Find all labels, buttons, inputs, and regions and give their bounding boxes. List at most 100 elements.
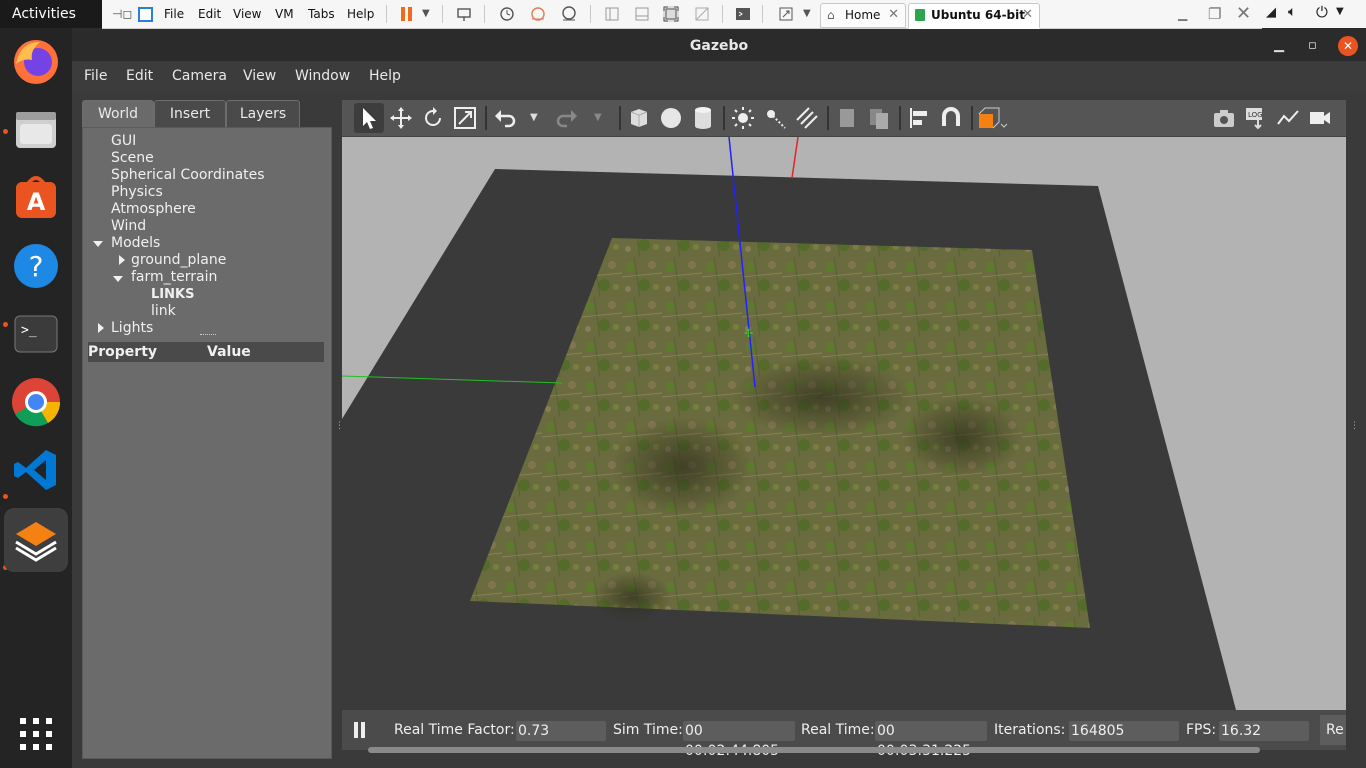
expand-ground-plane-icon[interactable]: [119, 255, 125, 265]
tree-item-link[interactable]: link: [151, 303, 176, 320]
vm-minimize-icon[interactable]: ▁: [1178, 0, 1187, 28]
box-shape-icon[interactable]: [627, 106, 651, 130]
tree-item-gui[interactable]: GUI: [111, 133, 136, 150]
stretch-dropdown-icon[interactable]: ▼: [803, 0, 811, 28]
vscode-icon[interactable]: [10, 444, 62, 496]
spot-light-icon[interactable]: [763, 106, 787, 130]
expand-farm-terrain-icon[interactable]: [113, 276, 123, 282]
undo-icon[interactable]: [493, 106, 517, 130]
vm-menu-vm[interactable]: VM: [275, 0, 294, 28]
tree-item-wind[interactable]: Wind: [111, 218, 146, 235]
horizontal-scrollbar[interactable]: [368, 747, 1260, 753]
vm-restore-icon[interactable]: ❐: [1208, 0, 1221, 28]
revert-snapshot-icon[interactable]: [530, 6, 546, 22]
help-icon[interactable]: ?: [10, 240, 62, 292]
show-library-icon[interactable]: [604, 6, 620, 22]
menu-view[interactable]: View: [243, 68, 276, 84]
right-splitter-grip[interactable]: ⋮: [1350, 422, 1359, 431]
close-window-icon[interactable]: ✕: [1338, 36, 1358, 56]
log-data-icon[interactable]: LOG: [1244, 106, 1268, 130]
files-icon[interactable]: [10, 104, 62, 156]
tab-world[interactable]: World: [82, 100, 154, 127]
plot-icon[interactable]: [1276, 106, 1300, 130]
scene-3d-view[interactable]: ✢: [342, 137, 1346, 710]
pin-icon[interactable]: ⊣◻: [112, 0, 132, 28]
menu-help[interactable]: Help: [369, 68, 401, 84]
expand-lights-icon[interactable]: [98, 323, 104, 333]
vm-close-icon[interactable]: ✕: [1236, 0, 1251, 28]
vm-menu-view[interactable]: View: [233, 0, 261, 28]
directional-light-icon[interactable]: [795, 106, 819, 130]
point-light-icon[interactable]: [731, 106, 755, 130]
vm-menu-edit[interactable]: Edit: [198, 0, 221, 28]
reset-time-button[interactable]: Re: [1320, 715, 1346, 745]
dock: A ? >_: [0, 28, 72, 768]
undo-history-icon[interactable]: ▼: [530, 106, 554, 130]
stretch-guest-icon[interactable]: [778, 6, 794, 22]
svg-text:>_: >_: [21, 323, 37, 338]
record-video-icon[interactable]: [1308, 106, 1332, 130]
screenshot-camera-icon[interactable]: [1212, 106, 1236, 130]
show-thumbnail-icon[interactable]: [634, 6, 650, 22]
close-tab-ubuntu-icon[interactable]: ✕: [1022, 4, 1033, 26]
system-tray[interactable]: ◢ 🔈︎ ⏻ ▼: [1262, 0, 1366, 28]
view-angle-icon[interactable]: [977, 106, 1008, 130]
terminal-icon[interactable]: >_: [10, 308, 62, 360]
ubuntu-software-icon[interactable]: A: [10, 172, 62, 224]
rotate-mode-icon[interactable]: [421, 106, 445, 130]
tree-item-spherical-coordinates[interactable]: Spherical Coordinates: [111, 167, 265, 184]
show-apps-grid-icon[interactable]: [10, 712, 62, 764]
pause-vm-icon[interactable]: [399, 6, 415, 22]
tree-item-ground-plane[interactable]: ground_plane: [131, 252, 226, 269]
tree-item-farm-terrain[interactable]: farm_terrain: [131, 269, 217, 286]
sphere-shape-icon[interactable]: [659, 106, 683, 130]
tree-item-atmosphere[interactable]: Atmosphere: [111, 201, 196, 218]
vm-menu-file[interactable]: File: [164, 0, 184, 28]
select-mode-icon[interactable]: [354, 103, 384, 133]
copy-icon[interactable]: [835, 106, 859, 130]
send-ctrl-alt-del-icon[interactable]: [456, 6, 472, 22]
redo-history-icon[interactable]: ▼: [594, 106, 618, 130]
snapshot-manager-icon[interactable]: [561, 6, 577, 22]
expand-models-icon[interactable]: [93, 241, 103, 247]
full-screen-icon[interactable]: [663, 6, 679, 22]
tab-ubuntu-64-bit[interactable]: Ubuntu 64-bit ✕: [908, 3, 1040, 29]
maximize-icon[interactable]: ▫: [1308, 31, 1317, 61]
chrome-icon[interactable]: [10, 376, 62, 428]
close-tab-home-icon[interactable]: ✕: [888, 4, 899, 26]
firefox-icon[interactable]: [10, 36, 62, 88]
redo-icon[interactable]: [555, 106, 579, 130]
paste-icon[interactable]: [867, 106, 891, 130]
network-icon[interactable]: ◢: [1266, 5, 1276, 20]
splitter-handle[interactable]: [200, 334, 216, 338]
tray-dropdown-icon[interactable]: ▼: [1336, 6, 1344, 17]
tab-layers[interactable]: Layers: [226, 100, 300, 127]
menu-edit[interactable]: Edit: [126, 68, 153, 84]
power-icon[interactable]: ⏻: [1316, 3, 1328, 21]
unity-mode-icon[interactable]: [694, 6, 710, 22]
tree-item-scene[interactable]: Scene: [111, 150, 154, 167]
power-dropdown-icon[interactable]: ▼: [422, 0, 430, 28]
tab-home[interactable]: ⌂ Home ✕: [820, 3, 906, 28]
play-pause-icon[interactable]: [352, 721, 368, 743]
activities-button[interactable]: Activities: [0, 6, 76, 22]
tab-insert[interactable]: Insert: [154, 100, 226, 127]
menu-file[interactable]: File: [84, 68, 107, 84]
align-icon[interactable]: [907, 106, 931, 130]
vm-menu-help[interactable]: Help: [347, 0, 374, 28]
cylinder-shape-icon[interactable]: [691, 106, 715, 130]
snapshot-icon[interactable]: [499, 6, 515, 22]
console-view-icon[interactable]: [735, 6, 751, 22]
volume-icon[interactable]: 🔈︎: [1288, 4, 1296, 20]
tree-item-physics[interactable]: Physics: [111, 184, 163, 201]
menu-window[interactable]: Window: [295, 68, 350, 84]
tree-item-lights[interactable]: Lights: [111, 320, 153, 337]
vm-menu-tabs[interactable]: Tabs: [308, 0, 335, 28]
tree-item-models[interactable]: Models: [111, 235, 160, 252]
snap-magnet-icon[interactable]: [939, 106, 963, 130]
scale-mode-icon[interactable]: [453, 106, 477, 130]
gazebo-icon[interactable]: [4, 508, 68, 572]
translate-mode-icon[interactable]: [389, 106, 413, 130]
menu-camera[interactable]: Camera: [172, 68, 227, 84]
minimize-icon[interactable]: ▁: [1274, 31, 1284, 61]
